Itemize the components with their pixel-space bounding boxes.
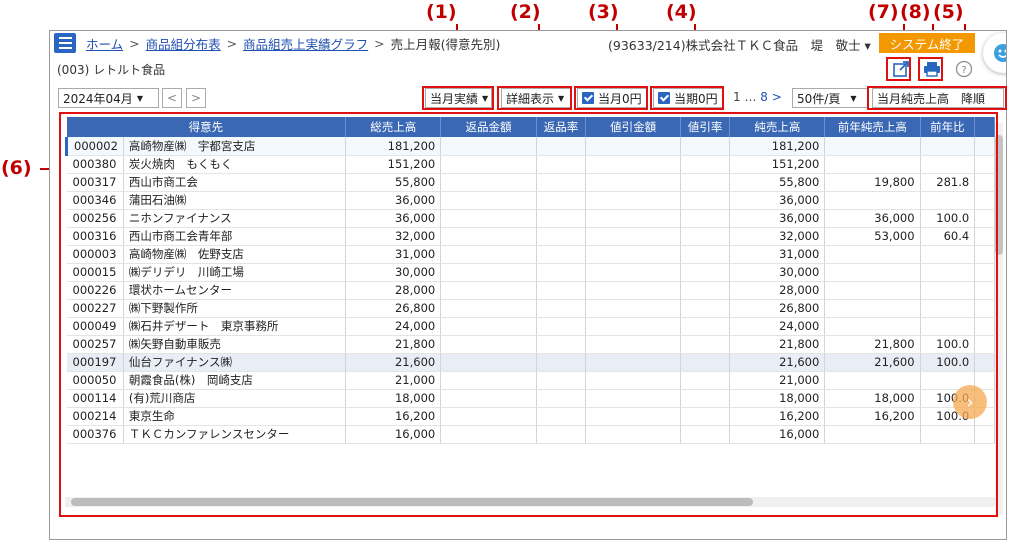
annotation-box-7 xyxy=(886,57,911,81)
pager-first[interactable]: 1 xyxy=(733,90,741,104)
company-user-menu[interactable]: (93633/214)株式会社ＴＫＣ食品 堤 敬士 ▾ xyxy=(608,35,871,54)
annotation-box-8 xyxy=(918,57,943,81)
chevron-down-icon: ▼ xyxy=(136,93,143,103)
breadcrumb-sales-graph[interactable]: 商品組売上実績グラフ xyxy=(243,34,368,53)
breadcrumb-separator: > xyxy=(129,35,140,51)
pager-next[interactable]: > xyxy=(772,90,782,104)
system-end-button[interactable]: システム終了 xyxy=(879,33,975,53)
month-select[interactable]: 2024年04月 ▼ xyxy=(58,88,159,108)
annotation-box-4 xyxy=(650,86,724,110)
annotation-3: (3) xyxy=(588,1,619,23)
annotation-7: (7) xyxy=(868,1,899,23)
pager-last[interactable]: 8 xyxy=(760,90,768,104)
per-page-select[interactable]: 50件/頁 ▼ xyxy=(792,88,868,108)
page-title: 売上月報(得意先別) xyxy=(390,36,501,52)
product-group-label: (003) レトルト食品 xyxy=(57,63,166,77)
breadcrumb: ホーム > 商品組分布表 > 商品組売上実績グラフ > 売上月報(得意先別) xyxy=(86,34,500,53)
next-month-button[interactable]: > xyxy=(186,88,206,108)
breadcrumb-separator: > xyxy=(226,35,238,51)
per-page-value: 50件/頁 xyxy=(797,91,841,106)
chevron-down-icon: ▼ xyxy=(850,93,857,103)
support-chat-icon[interactable] xyxy=(983,33,1006,73)
annotation-box-1 xyxy=(422,86,494,110)
month-value: 2024年04月 xyxy=(63,91,133,106)
annotation-2: (2) xyxy=(510,1,541,23)
prev-month-button[interactable]: < xyxy=(162,88,182,108)
annotation-5: (5) xyxy=(933,1,964,23)
annotation-6: (6) xyxy=(1,157,32,179)
annotation-box-3 xyxy=(574,86,648,110)
menu-icon[interactable] xyxy=(54,33,76,53)
svg-text:?: ? xyxy=(961,65,966,76)
annotation-4: (4) xyxy=(666,1,697,23)
annotation-box-2 xyxy=(497,86,572,110)
annotation-box-5 xyxy=(867,86,1007,110)
help-icon[interactable]: ? xyxy=(954,59,974,79)
breadcrumb-separator: > xyxy=(374,35,385,51)
pager-ellipsis: … xyxy=(744,90,757,104)
pager: 1 … 8 > xyxy=(733,90,782,104)
top-bar: ホーム > 商品組分布表 > 商品組売上実績グラフ > 売上月報(得意先別) (… xyxy=(50,31,1006,73)
breadcrumb-product-group-distribution[interactable]: 商品組分布表 xyxy=(146,34,221,53)
annotation-8: (8) xyxy=(900,1,931,23)
annotation-box-6 xyxy=(59,112,998,517)
annotation-1: (1) xyxy=(426,1,457,23)
breadcrumb-home[interactable]: ホーム xyxy=(86,34,123,53)
